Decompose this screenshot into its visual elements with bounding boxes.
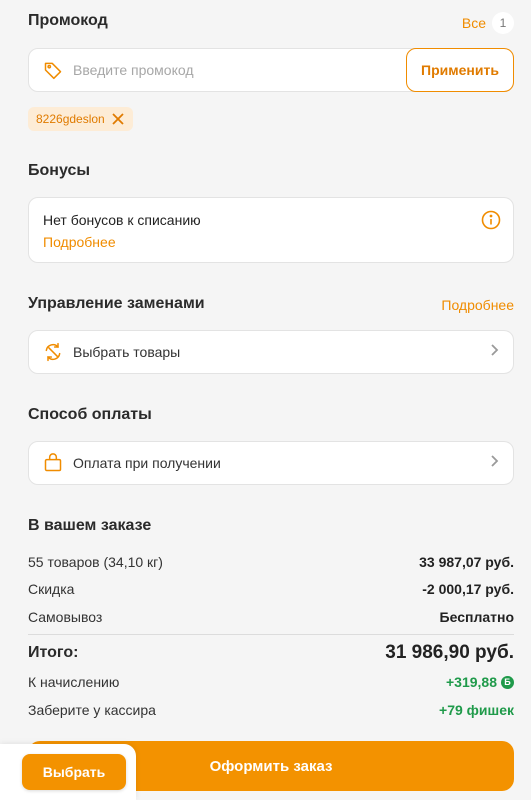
select-products-row[interactable]: Выбрать товары (28, 330, 514, 374)
summary-divider (28, 634, 514, 635)
floating-choose-panel: Выбрать (0, 744, 136, 800)
swap-icon (43, 342, 63, 362)
summary-row-value: 33 987,07 руб. (419, 554, 514, 570)
summary-row-label: 55 товаров (34,10 кг) (28, 554, 163, 570)
chevron-right-icon (489, 343, 499, 362)
choose-button[interactable]: Выбрать (22, 754, 126, 790)
summary-title: В вашем заказе (28, 517, 152, 534)
tag-icon (43, 60, 63, 80)
bonuses-title: Бонусы (28, 162, 90, 179)
cashier-label: Заберите у кассира (28, 702, 156, 718)
info-icon[interactable] (481, 210, 501, 230)
bonuses-card: Нет бонусов к списанию Подробнее (28, 197, 514, 263)
summary-row-value: Бесплатно (439, 609, 514, 625)
replacements-more-link[interactable]: Подробнее (441, 297, 514, 313)
accrual-row: К начислению +319,88 Б (28, 674, 514, 690)
summary-row-label: Скидка (28, 581, 75, 597)
chevron-right-icon (489, 454, 499, 473)
payment-title: Способ оплаты (28, 406, 152, 423)
summary-row-label: Самовывоз (28, 609, 103, 625)
bonuses-more-link[interactable]: Подробнее (43, 234, 116, 250)
promo-count-badge: 1 (492, 12, 514, 34)
cashier-value: +79 фишек (439, 702, 514, 718)
applied-promo-code: 8226gdeslon (36, 112, 105, 126)
summary-row-items: 55 товаров (34,10 кг) 33 987,07 руб. (28, 554, 514, 570)
accrual-value: +319,88 (446, 674, 497, 690)
payment-method-row[interactable]: Оплата при получении (28, 441, 514, 485)
promo-input-group: Применить (28, 48, 514, 92)
accrual-label: К начислению (28, 674, 120, 690)
select-products-label: Выбрать товары (73, 344, 181, 360)
payment-method-label: Оплата при получении (73, 455, 221, 471)
replacements-title: Управление заменами (28, 295, 205, 312)
promo-all-link[interactable]: Все 1 (462, 12, 514, 34)
summary-row-value: -2 000,17 руб. (422, 581, 514, 597)
apply-promo-button[interactable]: Применить (406, 48, 514, 92)
promo-title: Промокод (28, 12, 108, 29)
bonuses-message: Нет бонусов к списанию (43, 212, 201, 228)
promo-all-label: Все (461, 15, 486, 31)
total-value: 31 986,90 руб. (385, 642, 514, 663)
summary-row-discount: Скидка -2 000,17 руб. (28, 581, 514, 597)
bonus-coin-icon: Б (501, 675, 514, 689)
promo-input[interactable] (73, 50, 393, 90)
cashier-row: Заберите у кассира +79 фишек (28, 702, 514, 718)
close-icon[interactable] (111, 112, 125, 126)
total-label: Итого: (28, 644, 79, 661)
bag-icon (43, 453, 63, 473)
total-row: Итого: 31 986,90 руб. (28, 642, 514, 664)
applied-promo-chip: 8226gdeslon (28, 107, 133, 131)
summary-row-pickup: Самовывоз Бесплатно (28, 609, 514, 625)
